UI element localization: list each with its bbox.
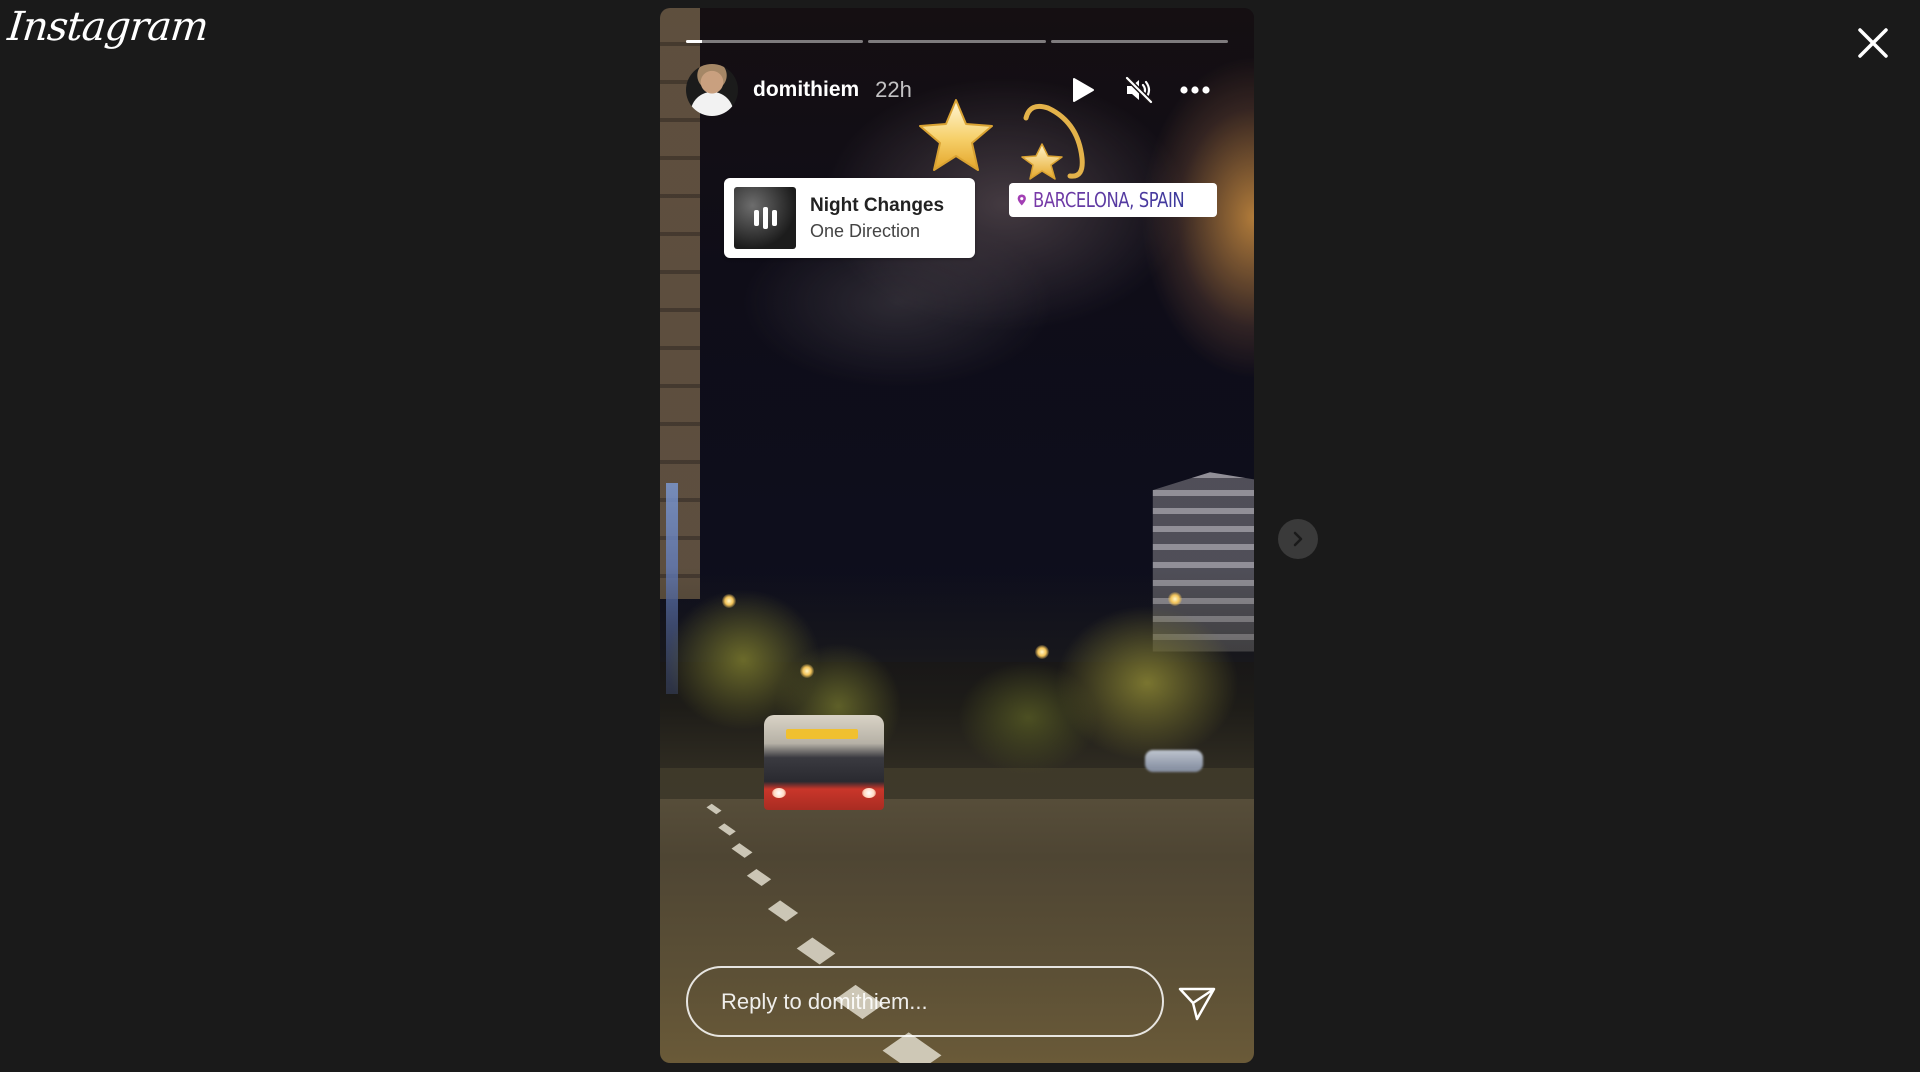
next-story-button[interactable] [1278, 519, 1318, 559]
instagram-logo[interactable]: Instagram [6, 4, 210, 50]
mute-button[interactable] [1122, 73, 1156, 107]
track-artist: One Direction [810, 220, 921, 241]
location-pin-icon [1017, 194, 1026, 206]
music-bars-icon [753, 207, 777, 229]
street-light [800, 664, 814, 678]
progress-segment [1050, 40, 1228, 43]
more-horizontal-icon [1180, 86, 1210, 94]
street-light [722, 594, 736, 608]
story-viewer[interactable]: domithiem 22h Night Changes One Directio… [660, 8, 1254, 1063]
album-art [734, 187, 796, 249]
street-light [1035, 645, 1049, 659]
more-options-button[interactable] [1178, 73, 1212, 107]
send-icon [1178, 987, 1216, 1021]
username[interactable]: domithiem [753, 78, 859, 102]
progress-segment [868, 40, 1046, 43]
bus [764, 715, 884, 810]
speaker-muted-icon [1125, 76, 1153, 104]
location-text: BARCELONA, SPAIN [1032, 188, 1185, 212]
bus-headlight [772, 788, 786, 798]
timestamp: 22h [875, 77, 912, 102]
track-title: Night Changes [810, 194, 945, 216]
progress-fill [686, 40, 702, 43]
music-sticker[interactable]: Night Changes One Direction [724, 178, 975, 258]
bus-headlight [862, 788, 876, 798]
close-icon [1858, 28, 1888, 58]
star-emoji-sticker[interactable] [916, 96, 996, 176]
story-progress [686, 40, 1228, 43]
car [1145, 750, 1203, 772]
avatar[interactable] [686, 64, 738, 116]
location-sticker[interactable]: BARCELONA, SPAIN [1009, 183, 1217, 217]
reply-input[interactable] [686, 966, 1164, 1037]
chevron-right-icon [1293, 531, 1303, 547]
close-button[interactable] [1854, 24, 1892, 62]
dizzy-emoji-sticker[interactable] [1012, 98, 1088, 188]
send-button[interactable] [1174, 980, 1220, 1026]
progress-segment [686, 40, 864, 43]
street-light [1168, 592, 1182, 606]
bus-sign [786, 729, 858, 739]
